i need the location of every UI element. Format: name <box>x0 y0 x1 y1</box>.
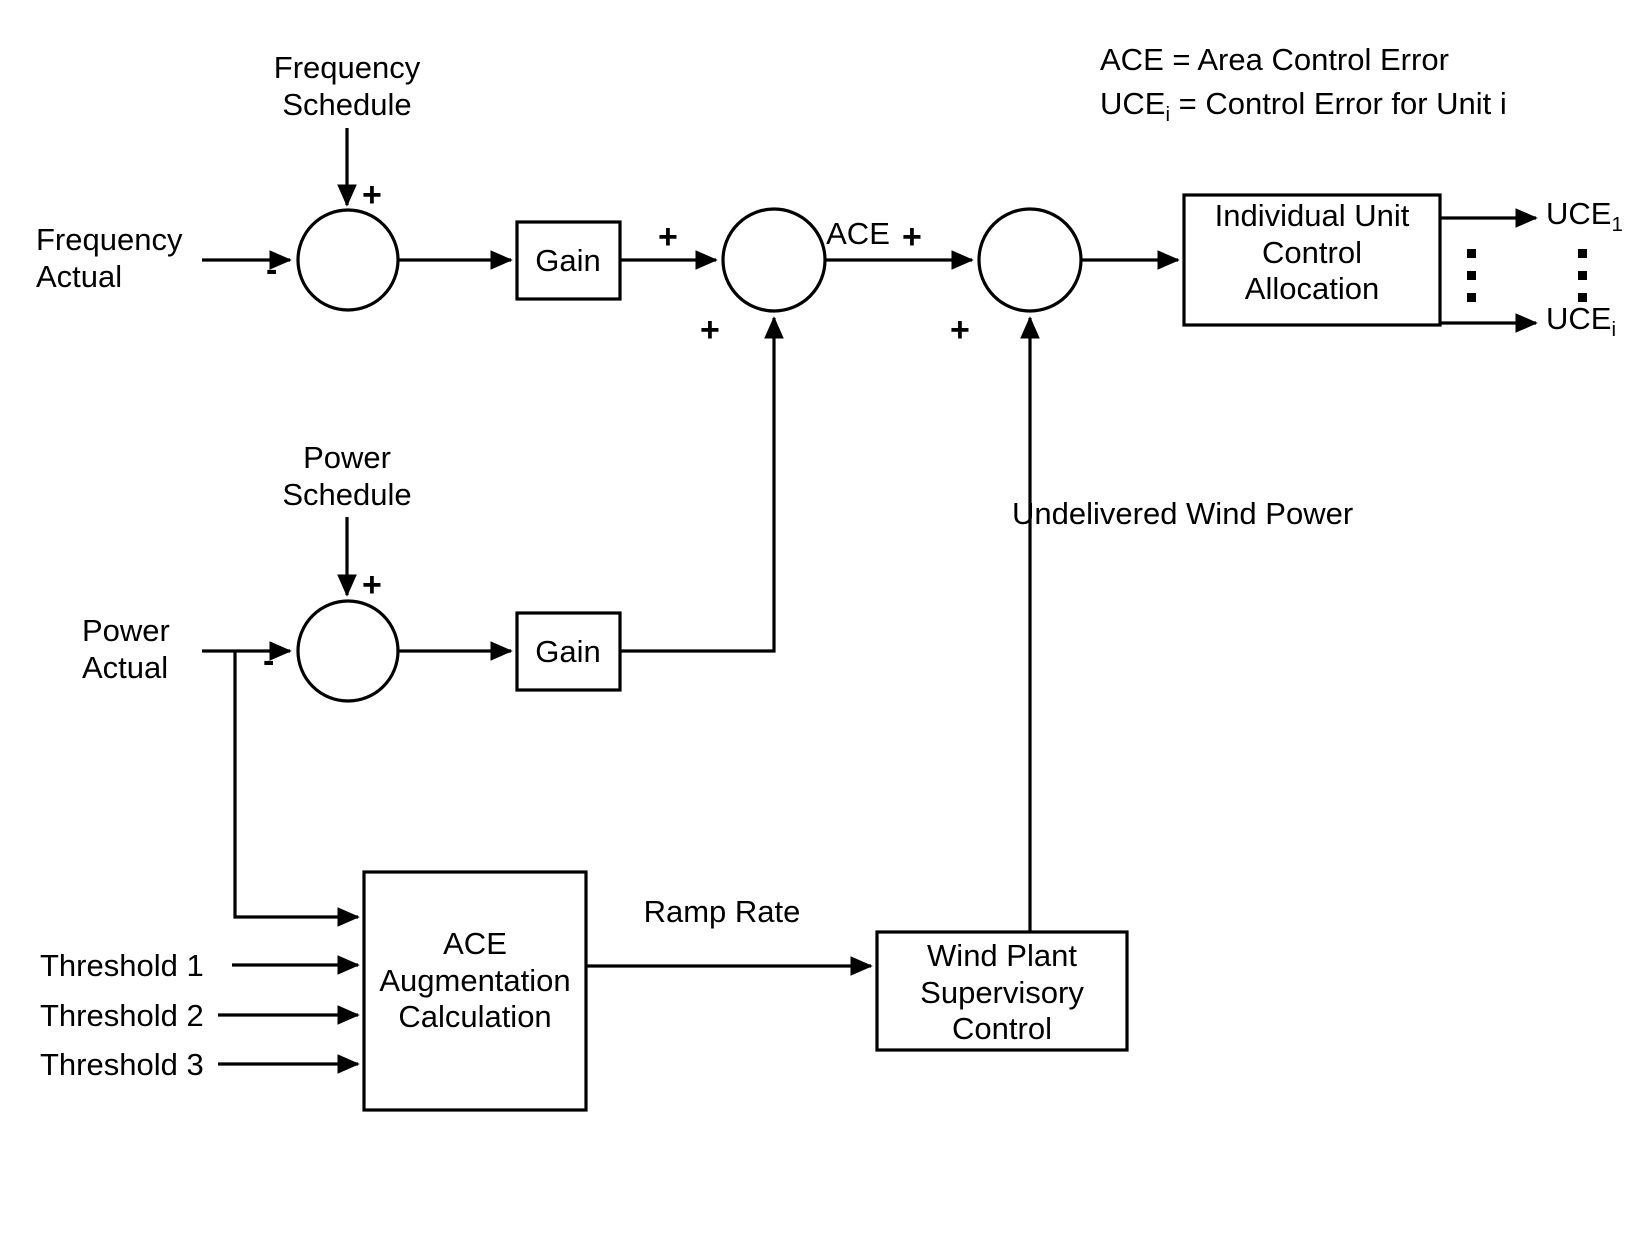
frequency-actual-line-1: Frequency <box>36 222 183 257</box>
output-label-uce-i: UCEi <box>1546 301 1616 342</box>
sign-power-schedule-plus: + <box>362 566 382 604</box>
block-label-individual-unit-control-allocation: Individual Unit Control Allocation <box>1215 198 1410 308</box>
uce-1-base: UCE <box>1546 196 1612 231</box>
sign-frequency-schedule-plus: + <box>362 176 382 214</box>
sign-frequency-actual-minus: - <box>266 251 278 289</box>
sign-ace-sum-2-bottom-plus: + <box>950 311 970 349</box>
legend-uce-rest: = Control Error for Unit i <box>1170 86 1507 121</box>
input-label-threshold-3: Threshold 3 <box>40 1047 204 1082</box>
power-actual-line-1: Power <box>82 613 170 648</box>
summing-junction-power <box>296 599 400 703</box>
wind-plant-line-3: Control <box>952 1011 1052 1047</box>
uce-i-subscript: i <box>1611 318 1616 342</box>
summing-junction-frequency <box>296 208 400 312</box>
diagram-lines-layer <box>202 128 1538 1112</box>
signal-label-ramp-rate: Ramp Rate <box>643 894 801 929</box>
line-power-actual-branch-to-augmentation <box>233 651 360 927</box>
block-label-wind-plant-supervisory-control: Wind Plant Supervisory Control <box>920 938 1084 1048</box>
block-label-ace-augmentation-calculation: ACE Augmentation Calculation <box>379 926 570 1036</box>
vertical-ellipsis-icon-labels <box>1578 249 1587 302</box>
input-label-frequency-schedule: Frequency Schedule <box>274 50 420 123</box>
allocation-line-1: Individual Unit <box>1214 198 1410 233</box>
signal-label-undelivered-wind-power: Undelivered Wind Power <box>1012 496 1354 531</box>
allocation-line-2: Control <box>1262 234 1362 270</box>
wind-plant-line-1: Wind Plant <box>927 938 1077 973</box>
power-schedule-line-1: Power <box>303 440 391 475</box>
input-label-threshold-1: Threshold 1 <box>40 948 204 983</box>
power-actual-line-2: Actual <box>82 649 169 685</box>
augmentation-line-1: ACE <box>443 926 507 961</box>
sign-power-actual-minus: - <box>263 642 275 680</box>
legend-ace: ACE = Area Control Error <box>1100 42 1449 77</box>
augmentation-line-2: Augmentation <box>379 962 571 998</box>
uce-1-subscript: 1 <box>1611 213 1623 237</box>
frequency-schedule-line-1: Frequency <box>273 50 421 85</box>
frequency-actual-line-2: Actual <box>36 258 123 294</box>
wind-plant-line-2: Supervisory <box>920 974 1084 1010</box>
legend-uce: UCEi = Control Error for Unit i <box>1100 86 1507 125</box>
vertical-ellipsis-icon-lines <box>1467 249 1476 302</box>
input-label-power-schedule: Power Schedule <box>282 440 411 513</box>
block-label-gain-power: Gain <box>535 634 601 669</box>
input-label-power-actual: Power Actual <box>82 613 170 686</box>
power-schedule-line-2: Schedule <box>282 476 412 512</box>
allocation-line-3: Allocation <box>1244 271 1380 307</box>
frequency-schedule-line-2: Schedule <box>282 86 412 122</box>
uce-i-base: UCE <box>1546 301 1612 336</box>
augmentation-line-3: Calculation <box>398 999 552 1035</box>
line-gain-power-to-ace-sum <box>620 316 784 653</box>
sign-ace-sum-1-left-plus: + <box>658 218 678 256</box>
legend-uce-base: UCE <box>1100 86 1166 121</box>
block-label-gain-frequency: Gain <box>535 243 601 278</box>
summing-junction-ace-1 <box>721 207 827 313</box>
signal-label-ace: ACE <box>826 216 890 251</box>
input-label-frequency-actual: Frequency Actual <box>36 222 182 295</box>
input-label-threshold-2: Threshold 2 <box>40 998 204 1033</box>
sign-ace-sum-2-left-plus: + <box>902 218 922 256</box>
sign-ace-sum-1-bottom-plus: + <box>700 311 720 349</box>
output-label-uce-1: UCE1 <box>1546 196 1623 237</box>
block-diagram-canvas: ACE = Area Control Error UCEi = Control … <box>0 0 1652 1244</box>
summing-junction-ace-2 <box>977 207 1083 313</box>
